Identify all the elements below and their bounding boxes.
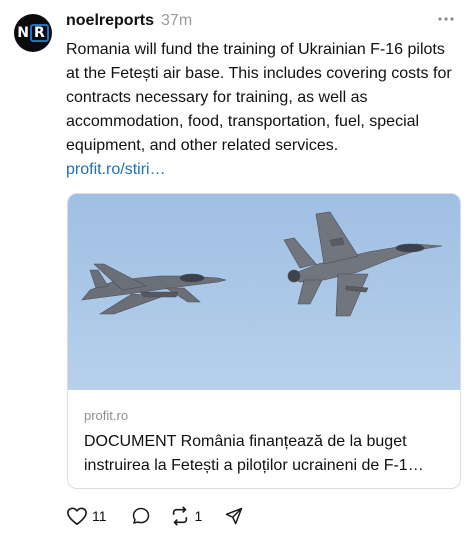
more-horizontal-icon: [438, 17, 454, 21]
like-button[interactable]: 11: [66, 506, 107, 526]
avatar-initial-n: N: [17, 25, 29, 41]
send-icon: [226, 507, 243, 525]
reply-button[interactable]: [131, 506, 151, 526]
post-text: Romania will fund the training of Ukrain…: [66, 41, 452, 154]
like-count: 11: [92, 508, 107, 524]
avatar[interactable]: N R: [14, 14, 52, 52]
post-actions: 11 1: [66, 505, 262, 527]
heart-icon: [67, 507, 87, 525]
more-options-button[interactable]: [436, 9, 456, 29]
fighter-jets-photo: [68, 194, 460, 390]
repost-count: 1: [194, 508, 203, 524]
link-preview-card[interactable]: profit.ro DOCUMENT România finanțează de…: [67, 193, 461, 489]
avatar-initial-r: R: [29, 24, 49, 42]
share-button[interactable]: [224, 506, 244, 526]
repost-icon: [172, 506, 187, 526]
comment-icon: [132, 507, 149, 524]
username[interactable]: noelreports: [66, 12, 154, 30]
repost-button[interactable]: 1: [169, 506, 203, 526]
post-time[interactable]: 37m: [161, 12, 192, 30]
card-title: DOCUMENT România finanțează de la buget …: [84, 433, 424, 474]
avatar-logo: N R: [17, 24, 49, 42]
post-header: noelreports 37m: [66, 10, 458, 32]
card-domain: profit.ro: [84, 408, 129, 423]
post-link[interactable]: profit.ro/stiri…: [66, 161, 166, 179]
